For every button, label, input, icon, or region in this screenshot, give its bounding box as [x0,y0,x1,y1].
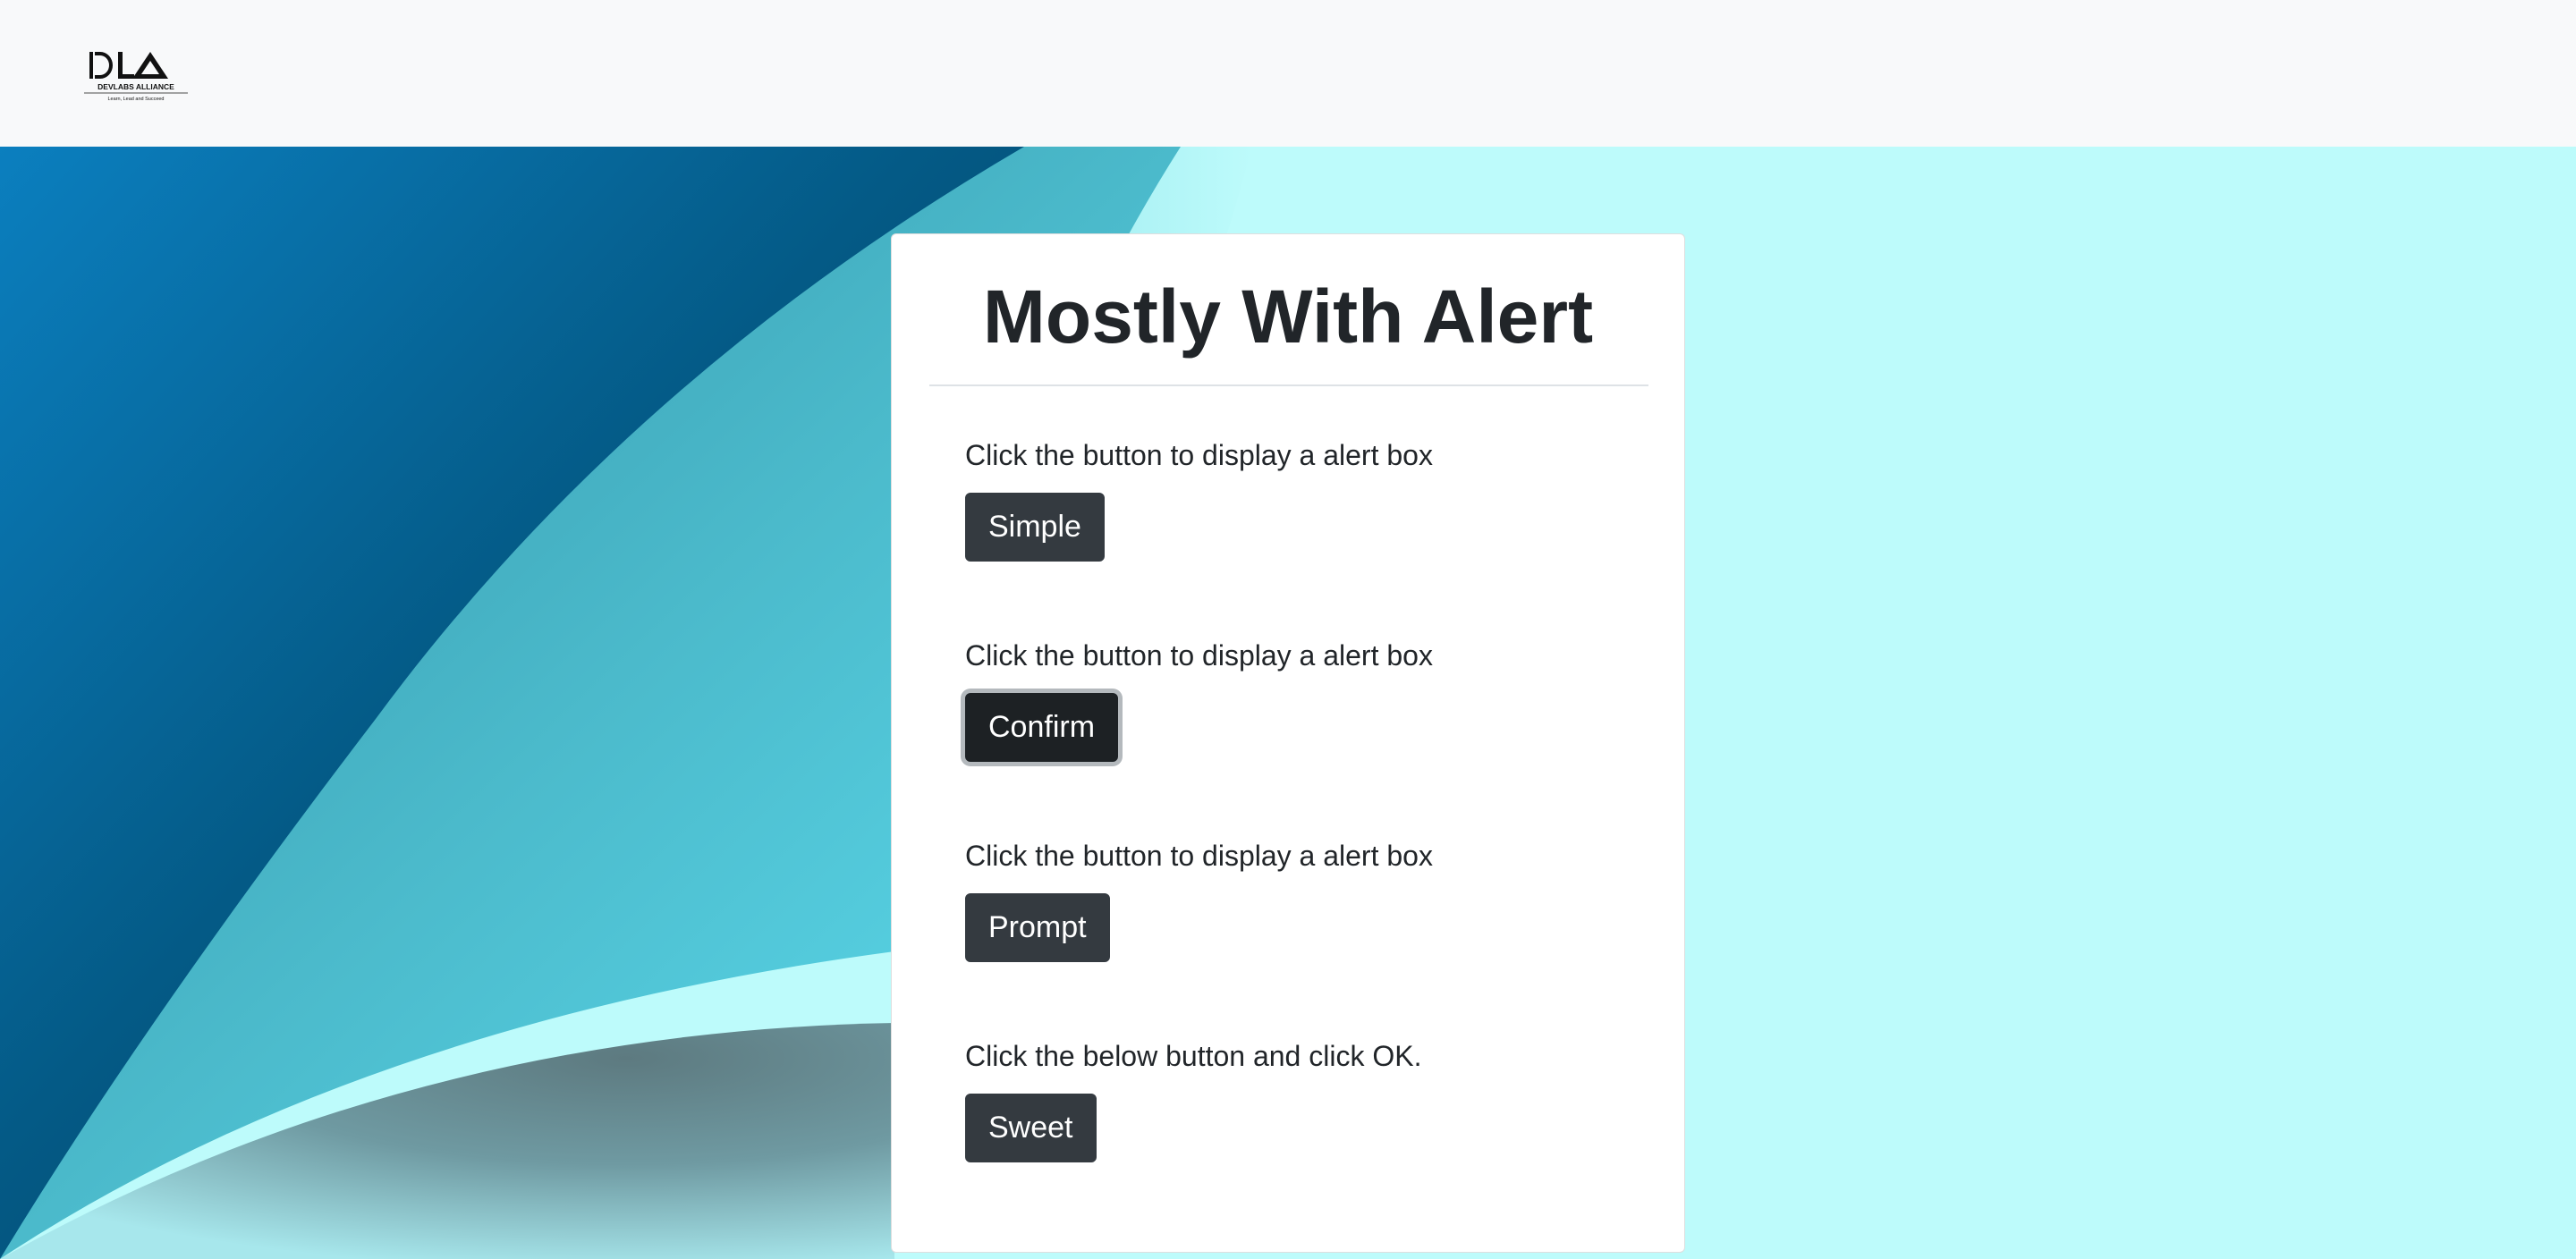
sweet-alert-section: Click the below button and click OK. Swe… [965,1038,1421,1162]
alert-card: Mostly With Alert Click the button to di… [891,233,1685,1253]
section-text: Click the button to display a alert box [965,840,1433,872]
prompt-button[interactable]: Prompt [965,893,1110,962]
section-text: Click the button to display a alert box [965,439,1433,471]
logo-tagline: Learn, Lead and Succeed [108,97,165,102]
navbar: DEVLABS ALLIANCE Learn, Lead and Succeed [0,0,2576,147]
sweet-button[interactable]: Sweet [965,1094,1097,1162]
simple-button[interactable]: Simple [965,493,1105,562]
logo[interactable]: DEVLABS ALLIANCE Learn, Lead and Succeed [84,48,188,102]
section-text: Click the below button and click OK. [965,1040,1422,1072]
logo-name: DEVLABS ALLIANCE [97,82,174,91]
page-title: Mostly With Alert [982,275,1594,359]
confirm-button[interactable]: Confirm [965,693,1119,762]
section-text: Click the button to display a alert box [965,639,1433,672]
prompt-alert-section: Click the button to display a alert box … [965,838,1433,962]
confirm-alert-section: Click the button to display a alert box … [965,638,1433,762]
divider [929,384,1648,386]
simple-alert-section: Click the button to display a alert box … [965,437,1433,562]
dla-logo-icon: DEVLABS ALLIANCE Learn, Lead and Succeed [84,52,188,102]
